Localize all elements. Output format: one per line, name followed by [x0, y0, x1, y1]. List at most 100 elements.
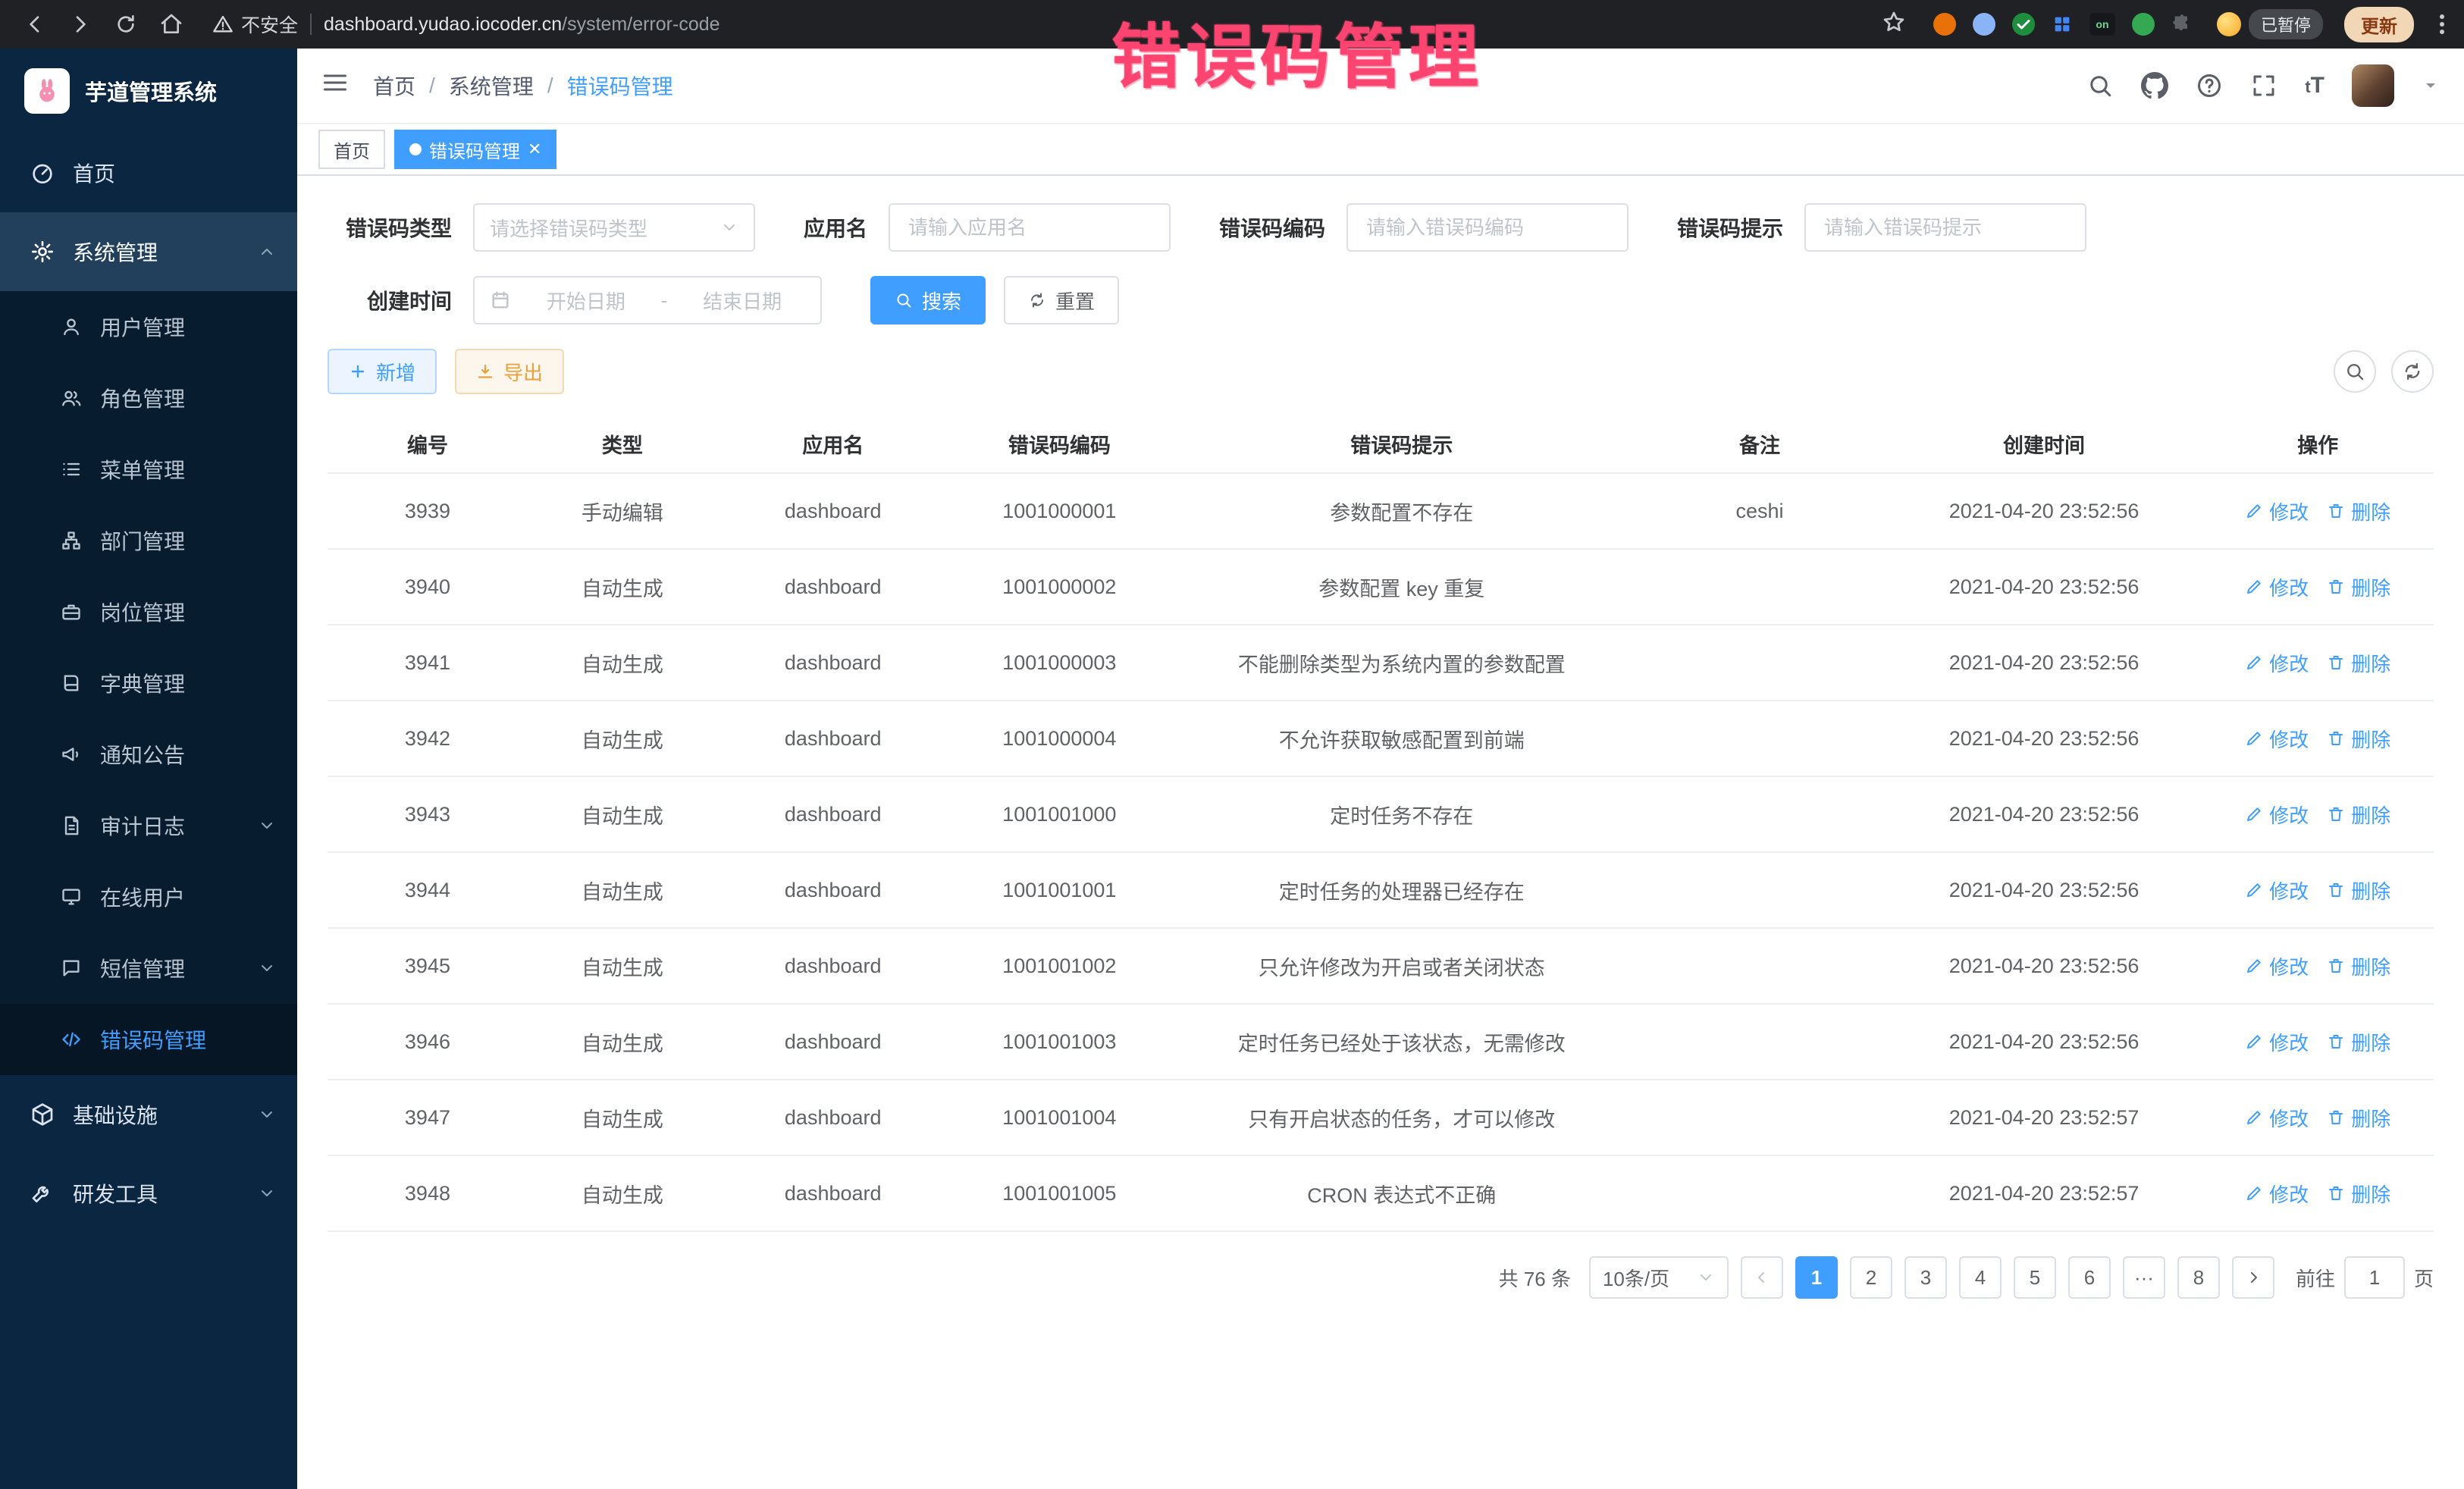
github-icon[interactable] — [2141, 72, 2168, 99]
filter-label-code: 错误码编码 — [1219, 212, 1325, 243]
user-avatar[interactable] — [2352, 64, 2394, 107]
extension-icon[interactable] — [2132, 13, 2155, 36]
error-type-select[interactable]: 请选择错误码类型 — [473, 203, 755, 252]
edit-link[interactable]: 修改 — [2245, 1104, 2309, 1132]
app-name-input[interactable] — [889, 203, 1171, 252]
edit-link[interactable]: 修改 — [2245, 497, 2309, 525]
sidebar-item-positions[interactable]: 岗位管理 — [0, 576, 297, 647]
profile-chip[interactable]: 已暂停 — [2217, 9, 2323, 39]
tags-view-bar: 首页 错误码管理 — [297, 124, 2464, 176]
error-code-input[interactable] — [1346, 203, 1629, 252]
extensions-puzzle-icon[interactable] — [2171, 14, 2193, 35]
edit-link[interactable]: 修改 — [2245, 725, 2309, 753]
delete-icon — [2327, 957, 2345, 975]
sidebar-item-notices[interactable]: 通知公告 — [0, 719, 297, 790]
refresh-table-button[interactable] — [2391, 350, 2434, 393]
page-button-6[interactable]: 6 — [2068, 1256, 2111, 1299]
edit-link[interactable]: 修改 — [2245, 801, 2309, 829]
goto-page-input[interactable] — [2344, 1256, 2405, 1299]
extension-icon[interactable] — [2089, 13, 2115, 36]
sidebar-item-menus[interactable]: 菜单管理 — [0, 434, 297, 505]
edit-link[interactable]: 修改 — [2245, 1180, 2309, 1208]
tab-error-codes[interactable]: 错误码管理 — [394, 130, 556, 169]
app-logo[interactable]: 芋道管理系统 — [0, 49, 297, 133]
browser-update-button[interactable]: 更新 — [2344, 7, 2414, 42]
reset-button[interactable]: 重置 — [1004, 276, 1119, 324]
export-button[interactable]: 导出 — [455, 349, 564, 394]
table-row: 3947自动生成dashboard1001001004只有开启状态的任务，才可以… — [328, 1080, 2434, 1155]
error-msg-input[interactable] — [1804, 203, 2086, 252]
edit-link[interactable]: 修改 — [2245, 876, 2309, 904]
sidebar-item-infrastructure[interactable]: 基础设施 — [0, 1075, 297, 1154]
sidebar-item-dictionary[interactable]: 字典管理 — [0, 647, 297, 719]
tab-home[interactable]: 首页 — [318, 130, 385, 169]
sidebar-item-error-codes[interactable]: 错误码管理 — [0, 1004, 297, 1075]
extension-icon[interactable] — [2052, 14, 2073, 35]
show-search-button[interactable] — [2334, 350, 2376, 393]
forward-button[interactable] — [61, 5, 100, 44]
page-button-1[interactable]: 1 — [1795, 1256, 1838, 1299]
address-bar[interactable]: 不安全 dashboard.yudao.iocoder.cn/system/er… — [212, 10, 1927, 39]
back-button[interactable] — [15, 5, 55, 44]
url-text: dashboard.yudao.iocoder.cn/system/error-… — [324, 14, 720, 36]
col-id: 编号 — [328, 415, 528, 473]
edit-link[interactable]: 修改 — [2245, 573, 2309, 601]
page-button-8[interactable]: 8 — [2177, 1256, 2220, 1299]
font-size-icon[interactable] — [2305, 73, 2324, 99]
delete-link[interactable]: 删除 — [2327, 649, 2390, 677]
sidebar-toggle-button[interactable] — [321, 69, 349, 102]
delete-link[interactable]: 删除 — [2327, 1104, 2390, 1132]
create-time-range-picker[interactable]: 开始日期 - 结束日期 — [473, 276, 822, 324]
delete-link[interactable]: 删除 — [2327, 725, 2390, 753]
prev-page-button[interactable] — [1741, 1256, 1783, 1299]
delete-link[interactable]: 删除 — [2327, 876, 2390, 904]
reload-button[interactable] — [106, 5, 146, 44]
next-page-button[interactable] — [2232, 1256, 2274, 1299]
sidebar-item-dev-tools[interactable]: 研发工具 — [0, 1154, 297, 1233]
page-button-4[interactable]: 4 — [1959, 1256, 2002, 1299]
delete-link[interactable]: 删除 — [2327, 497, 2390, 525]
sidebar-item-online-users[interactable]: 在线用户 — [0, 861, 297, 933]
bookmark-star-button[interactable] — [1882, 10, 1906, 39]
edit-link[interactable]: 修改 — [2245, 649, 2309, 677]
delete-icon — [2327, 881, 2345, 899]
help-icon[interactable] — [2196, 72, 2223, 99]
page-size-select[interactable]: 10条/页 — [1589, 1256, 1729, 1299]
sidebar-item-system[interactable]: 系统管理 — [0, 212, 297, 291]
sidebar-item-audit-logs[interactable]: 审计日志 — [0, 790, 297, 861]
sidebar-item-sms[interactable]: 短信管理 — [0, 933, 297, 1004]
page-button-3[interactable]: 3 — [1904, 1256, 1947, 1299]
page-button-5[interactable]: 5 — [2014, 1256, 2056, 1299]
search-button[interactable]: 搜索 — [870, 276, 986, 324]
page-button-2[interactable]: 2 — [1850, 1256, 1892, 1299]
breadcrumb-system[interactable]: 系统管理 — [449, 71, 534, 101]
edit-icon — [2245, 1184, 2263, 1202]
fullscreen-icon[interactable] — [2250, 72, 2277, 99]
home-button[interactable] — [152, 5, 191, 44]
search-icon[interactable] — [2086, 72, 2114, 99]
delete-link[interactable]: 删除 — [2327, 952, 2390, 980]
sidebar-item-departments[interactable]: 部门管理 — [0, 505, 297, 576]
delete-link[interactable]: 删除 — [2327, 1180, 2390, 1208]
extension-icon[interactable] — [1973, 13, 1995, 36]
sidebar-item-users[interactable]: 用户管理 — [0, 291, 297, 362]
extension-icon[interactable] — [2012, 13, 2035, 36]
edit-link[interactable]: 修改 — [2245, 952, 2309, 980]
page-ellipsis[interactable]: ··· — [2123, 1256, 2165, 1299]
page-content: 错误码类型 请选择错误码类型 应用名 错误码编码 — [297, 176, 2464, 1489]
caret-down-icon[interactable] — [2422, 77, 2440, 95]
browser-menu-button[interactable] — [2435, 14, 2449, 34]
breadcrumb-home[interactable]: 首页 — [373, 71, 415, 101]
refresh-icon — [1028, 291, 1046, 309]
delete-link[interactable]: 删除 — [2327, 801, 2390, 829]
box-icon — [30, 1102, 55, 1127]
security-indicator[interactable]: 不安全 — [212, 11, 298, 38]
sidebar-item-home[interactable]: 首页 — [0, 133, 297, 212]
extension-icon[interactable] — [1933, 13, 1956, 36]
delete-link[interactable]: 删除 — [2327, 1028, 2390, 1056]
sidebar-item-roles[interactable]: 角色管理 — [0, 362, 297, 434]
close-icon[interactable] — [528, 141, 541, 158]
add-button[interactable]: 新增 — [328, 349, 437, 394]
edit-link[interactable]: 修改 — [2245, 1028, 2309, 1056]
delete-link[interactable]: 删除 — [2327, 573, 2390, 601]
